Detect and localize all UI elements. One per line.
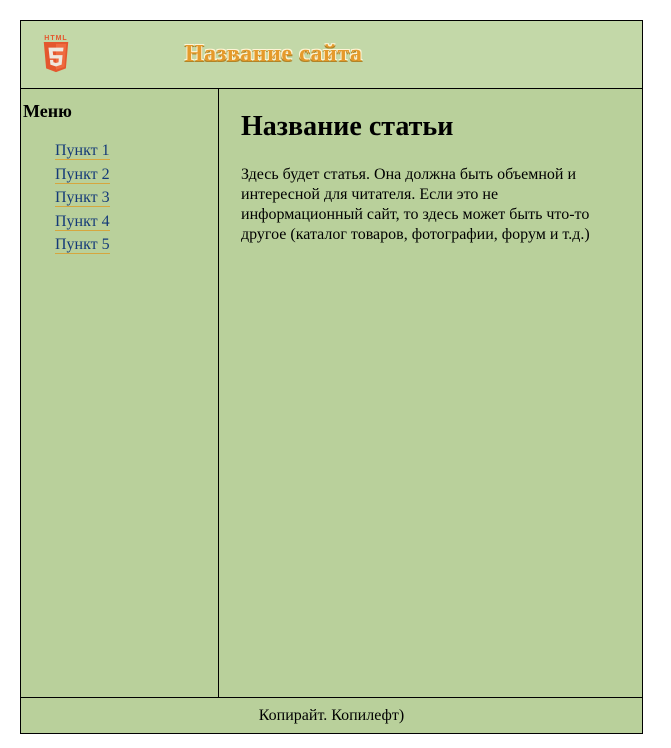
menu-item: Пункт 2	[55, 164, 218, 186]
site-footer: Копирайт. Копилефт)	[21, 697, 642, 733]
main-row: Меню Пункт 1 Пункт 2 Пункт 3 Пункт 4 Пун…	[21, 89, 642, 697]
menu-list: Пункт 1 Пункт 2 Пункт 3 Пункт 4 Пункт 5	[21, 140, 218, 256]
article-content: Название статьи Здесь будет статья. Она …	[219, 89, 642, 697]
menu-link-1[interactable]: Пункт 1	[55, 142, 110, 160]
article-title: Название статьи	[241, 111, 620, 143]
page-layout: HTML Название сайта Меню Пункт 1 Пункт 2…	[20, 20, 643, 734]
sidebar-menu: Меню Пункт 1 Пункт 2 Пункт 3 Пункт 4 Пун…	[21, 89, 219, 697]
menu-link-3[interactable]: Пункт 3	[55, 189, 110, 207]
menu-item: Пункт 3	[55, 187, 218, 209]
site-header: HTML Название сайта	[21, 21, 642, 89]
site-title: Название сайта	[185, 41, 362, 68]
article-body: Здесь будет статья. Она должна быть объе…	[241, 165, 620, 245]
menu-item: Пункт 5	[55, 234, 218, 256]
html5-logo-icon: HTML	[39, 35, 73, 75]
menu-item: Пункт 1	[55, 140, 218, 162]
logo-text: HTML	[44, 35, 67, 42]
menu-link-5[interactable]: Пункт 5	[55, 236, 110, 254]
menu-item: Пункт 4	[55, 211, 218, 233]
menu-link-4[interactable]: Пункт 4	[55, 213, 110, 231]
html5-shield-icon	[41, 42, 71, 74]
menu-link-2[interactable]: Пункт 2	[55, 166, 110, 184]
footer-text: Копирайт. Копилефт)	[259, 707, 404, 725]
menu-heading: Меню	[21, 101, 218, 122]
